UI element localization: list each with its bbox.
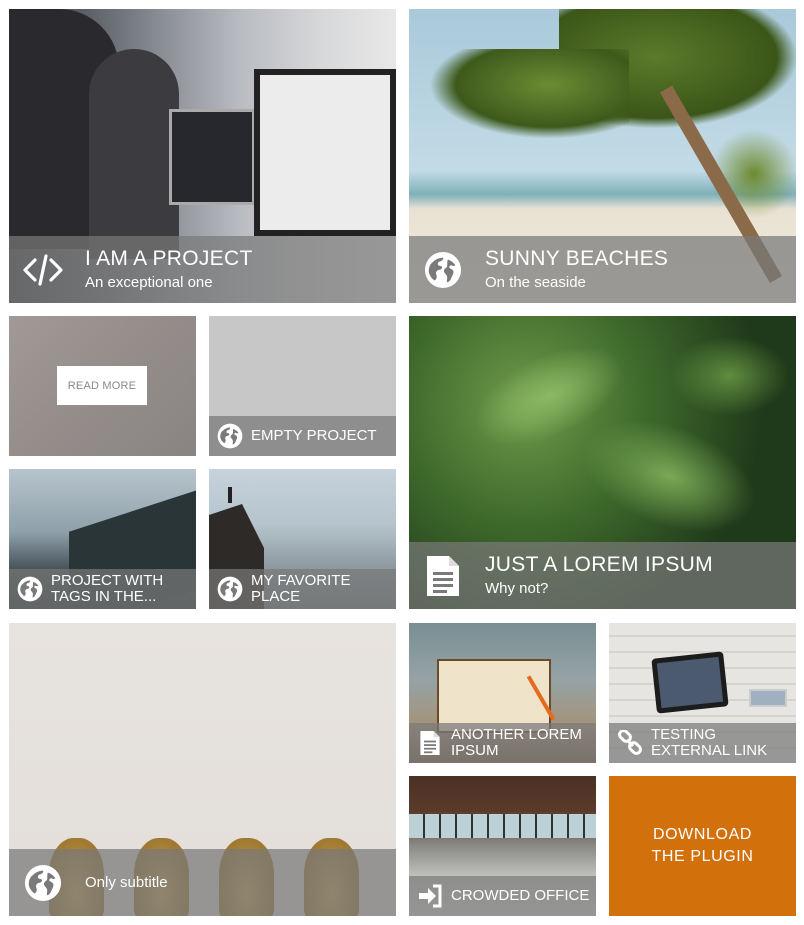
- project-caption: I AM A PROJECT An exceptional one: [9, 236, 396, 303]
- code-icon: [21, 248, 65, 292]
- crowded-office-title: CROWDED OFFICE: [451, 887, 590, 904]
- tags-tile[interactable]: PROJECT WITH TAGS IN THE...: [9, 469, 196, 609]
- globe-icon: [421, 248, 465, 292]
- favorite-tile[interactable]: MY FAVORITE PLACE: [209, 469, 396, 609]
- read-more-button[interactable]: READ MORE: [57, 366, 147, 405]
- beaches-tile[interactable]: SUNNY BEACHES On the seaside: [409, 9, 796, 303]
- subtitle-only-text: Only subtitle: [85, 874, 168, 891]
- empty-project-title: EMPTY PROJECT: [251, 427, 377, 444]
- document-icon: [417, 730, 443, 756]
- download-line2: THE PLUGIN: [651, 848, 754, 865]
- external-link-tile[interactable]: TESTING EXTERNAL LINK: [609, 623, 796, 763]
- external-link-caption: TESTING EXTERNAL LINK: [609, 723, 796, 763]
- lorem-title: JUST A LOREM IPSUM: [485, 553, 713, 576]
- external-link-title-line2: EXTERNAL LINK: [651, 742, 768, 759]
- project-tile[interactable]: I AM A PROJECT An exceptional one: [9, 9, 396, 303]
- lorem-caption: JUST A LOREM IPSUM Why not?: [409, 542, 796, 609]
- globe-icon: [17, 576, 43, 602]
- empty-project-tile[interactable]: EMPTY PROJECT: [209, 316, 396, 456]
- lorem-subtitle: Why not?: [485, 580, 549, 597]
- globe-icon: [21, 861, 65, 905]
- sign-in-icon: [417, 883, 443, 909]
- beaches-subtitle: On the seaside: [485, 274, 586, 291]
- another-lorem-title-line2: IPSUM: [451, 742, 499, 759]
- favorite-title-line1: MY FAVORITE: [251, 572, 351, 589]
- favorite-title-line2: PLACE: [251, 588, 301, 605]
- globe-icon: [217, 576, 243, 602]
- external-link-title-line1: TESTING: [651, 726, 717, 743]
- project-subtitle: An exceptional one: [85, 274, 213, 291]
- tags-title-line1: PROJECT WITH: [51, 572, 164, 589]
- another-lorem-caption: ANOTHER LOREM IPSUM: [409, 723, 596, 763]
- download-line1: DOWNLOAD: [652, 826, 753, 843]
- lorem-tile[interactable]: JUST A LOREM IPSUM Why not?: [409, 316, 796, 609]
- project-title: I AM A PROJECT: [85, 247, 253, 270]
- subtitle-only-caption: Only subtitle: [9, 849, 396, 916]
- empty-project-caption: EMPTY PROJECT: [209, 416, 396, 456]
- subtitle-only-tile[interactable]: Only subtitle: [9, 623, 396, 916]
- tags-title-line2: TAGS IN THE...: [51, 588, 157, 605]
- another-lorem-title-line1: ANOTHER LOREM: [451, 726, 582, 743]
- globe-icon: [217, 423, 243, 449]
- tags-caption: PROJECT WITH TAGS IN THE...: [9, 569, 196, 609]
- document-icon: [421, 554, 465, 598]
- beaches-caption: SUNNY BEACHES On the seaside: [409, 236, 796, 303]
- readmore-tile[interactable]: READ MORE: [9, 316, 196, 456]
- link-icon: [617, 730, 643, 756]
- another-lorem-tile[interactable]: ANOTHER LOREM IPSUM: [409, 623, 596, 763]
- crowded-office-caption: CROWDED OFFICE: [409, 876, 596, 916]
- favorite-caption: MY FAVORITE PLACE: [209, 569, 396, 609]
- crowded-office-tile[interactable]: CROWDED OFFICE: [409, 776, 596, 916]
- beaches-title: SUNNY BEACHES: [485, 247, 669, 270]
- download-plugin-tile[interactable]: DOWNLOAD THE PLUGIN: [609, 776, 796, 916]
